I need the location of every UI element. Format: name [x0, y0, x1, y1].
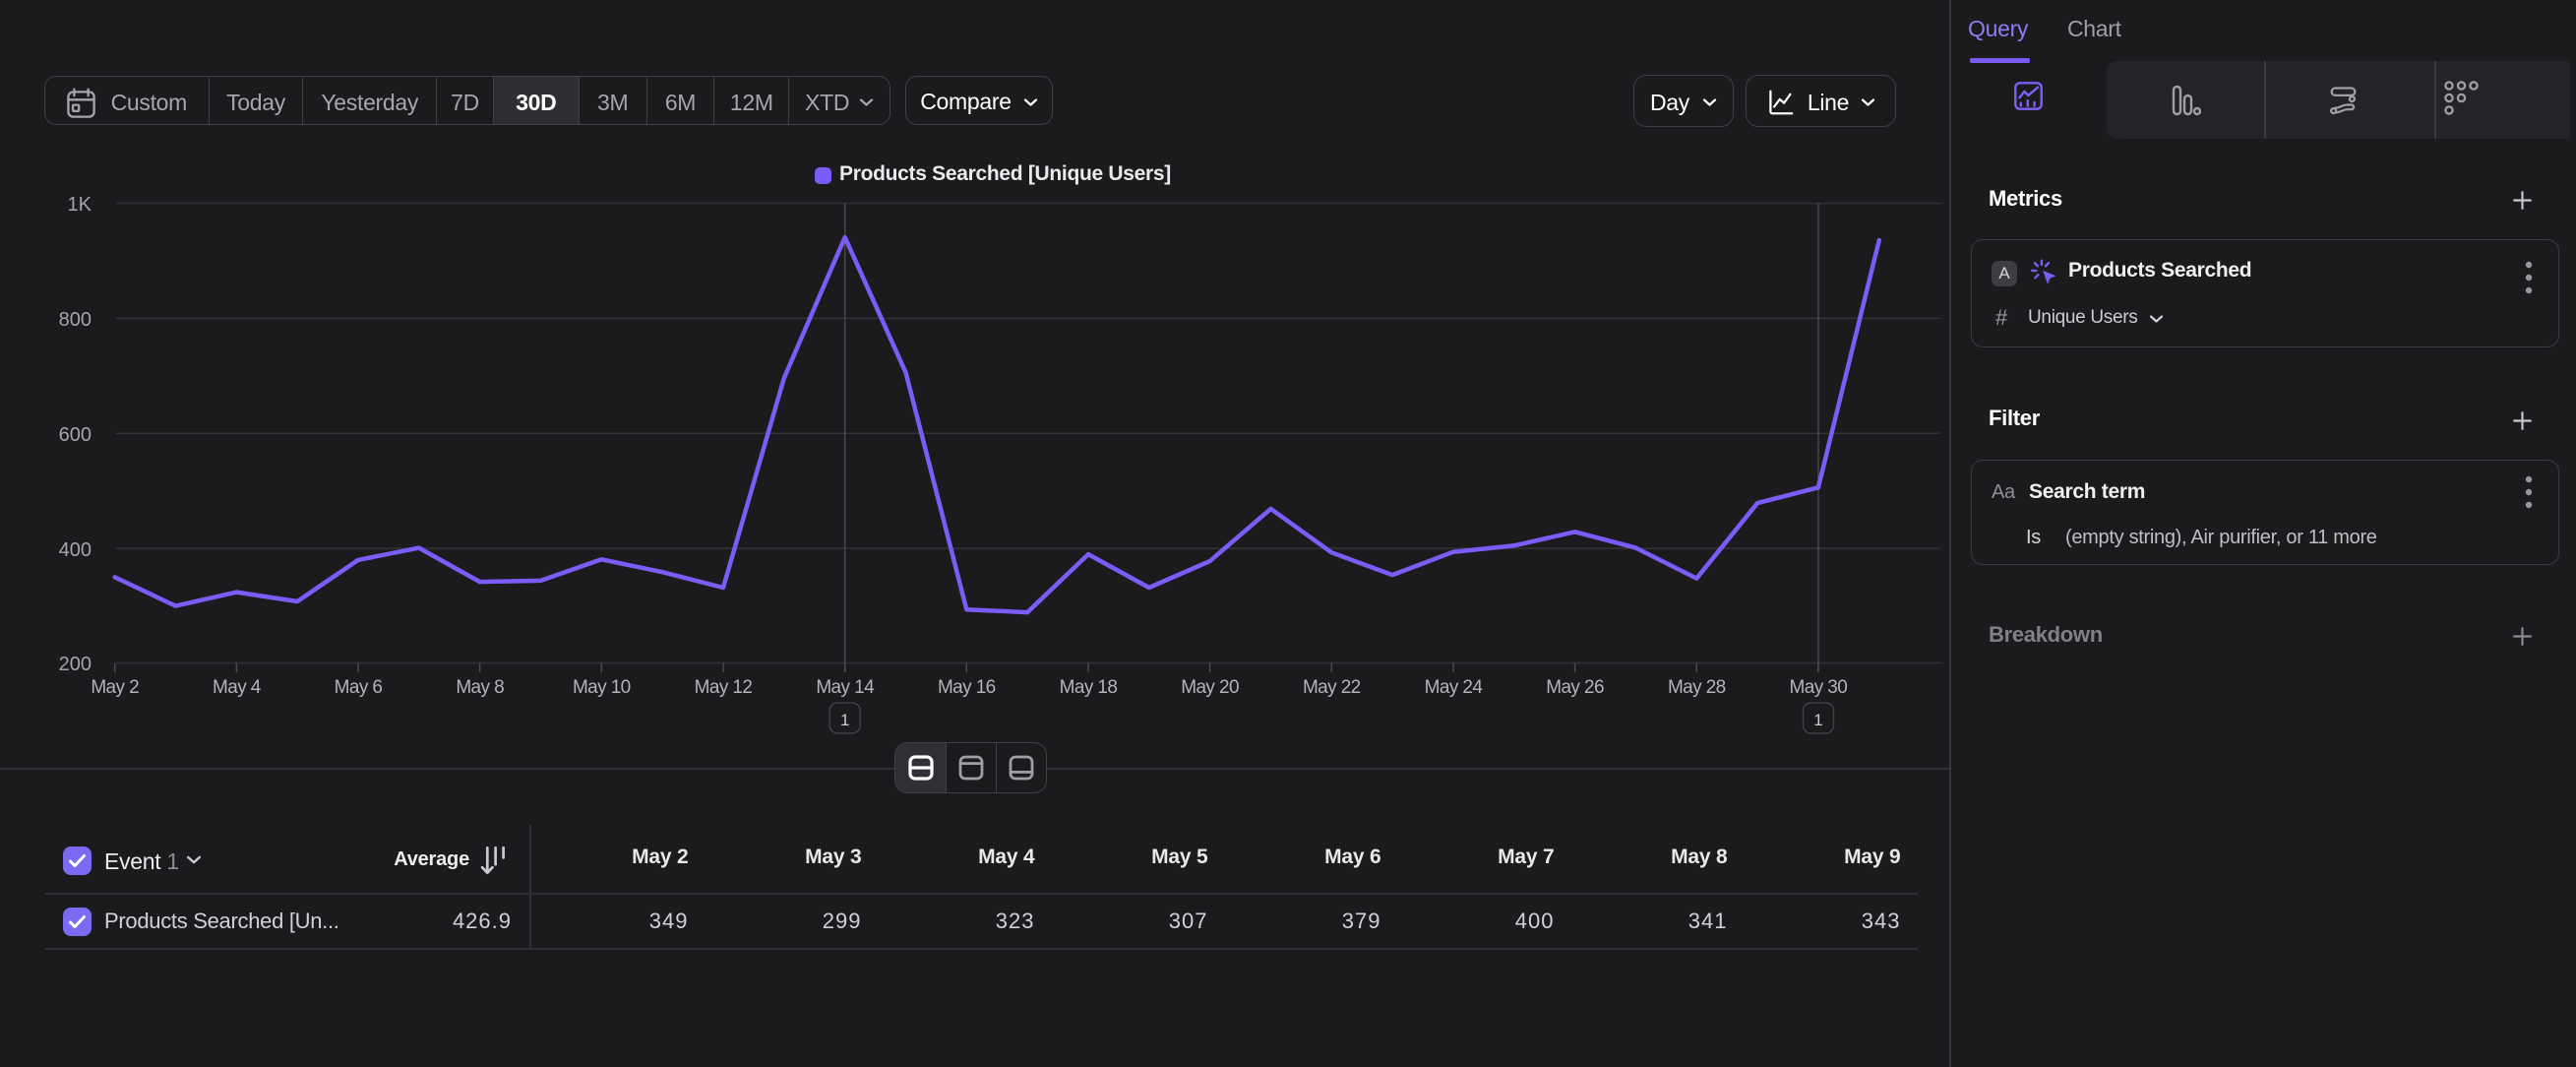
svg-text:May 12: May 12	[695, 677, 753, 698]
svg-text:1: 1	[1813, 711, 1822, 729]
svg-text:May 22: May 22	[1303, 677, 1361, 698]
svg-text:1: 1	[840, 711, 849, 729]
svg-text:May 20: May 20	[1181, 677, 1239, 698]
svg-text:200: 200	[59, 654, 92, 675]
svg-text:May 18: May 18	[1060, 677, 1118, 698]
svg-text:1K: 1K	[68, 194, 92, 216]
svg-text:May 30: May 30	[1790, 677, 1848, 698]
svg-text:May 2: May 2	[91, 677, 139, 698]
svg-text:May 6: May 6	[335, 677, 383, 698]
svg-text:May 4: May 4	[213, 677, 262, 698]
svg-text:May 8: May 8	[456, 677, 504, 698]
svg-text:May 26: May 26	[1546, 677, 1604, 698]
svg-text:600: 600	[59, 424, 92, 446]
svg-text:May 10: May 10	[573, 677, 631, 698]
svg-text:400: 400	[59, 539, 92, 561]
svg-text:May 16: May 16	[938, 677, 996, 698]
svg-text:May 14: May 14	[816, 677, 875, 698]
svg-text:May 28: May 28	[1668, 677, 1726, 698]
svg-text:May 24: May 24	[1425, 677, 1484, 698]
svg-text:800: 800	[59, 309, 92, 331]
